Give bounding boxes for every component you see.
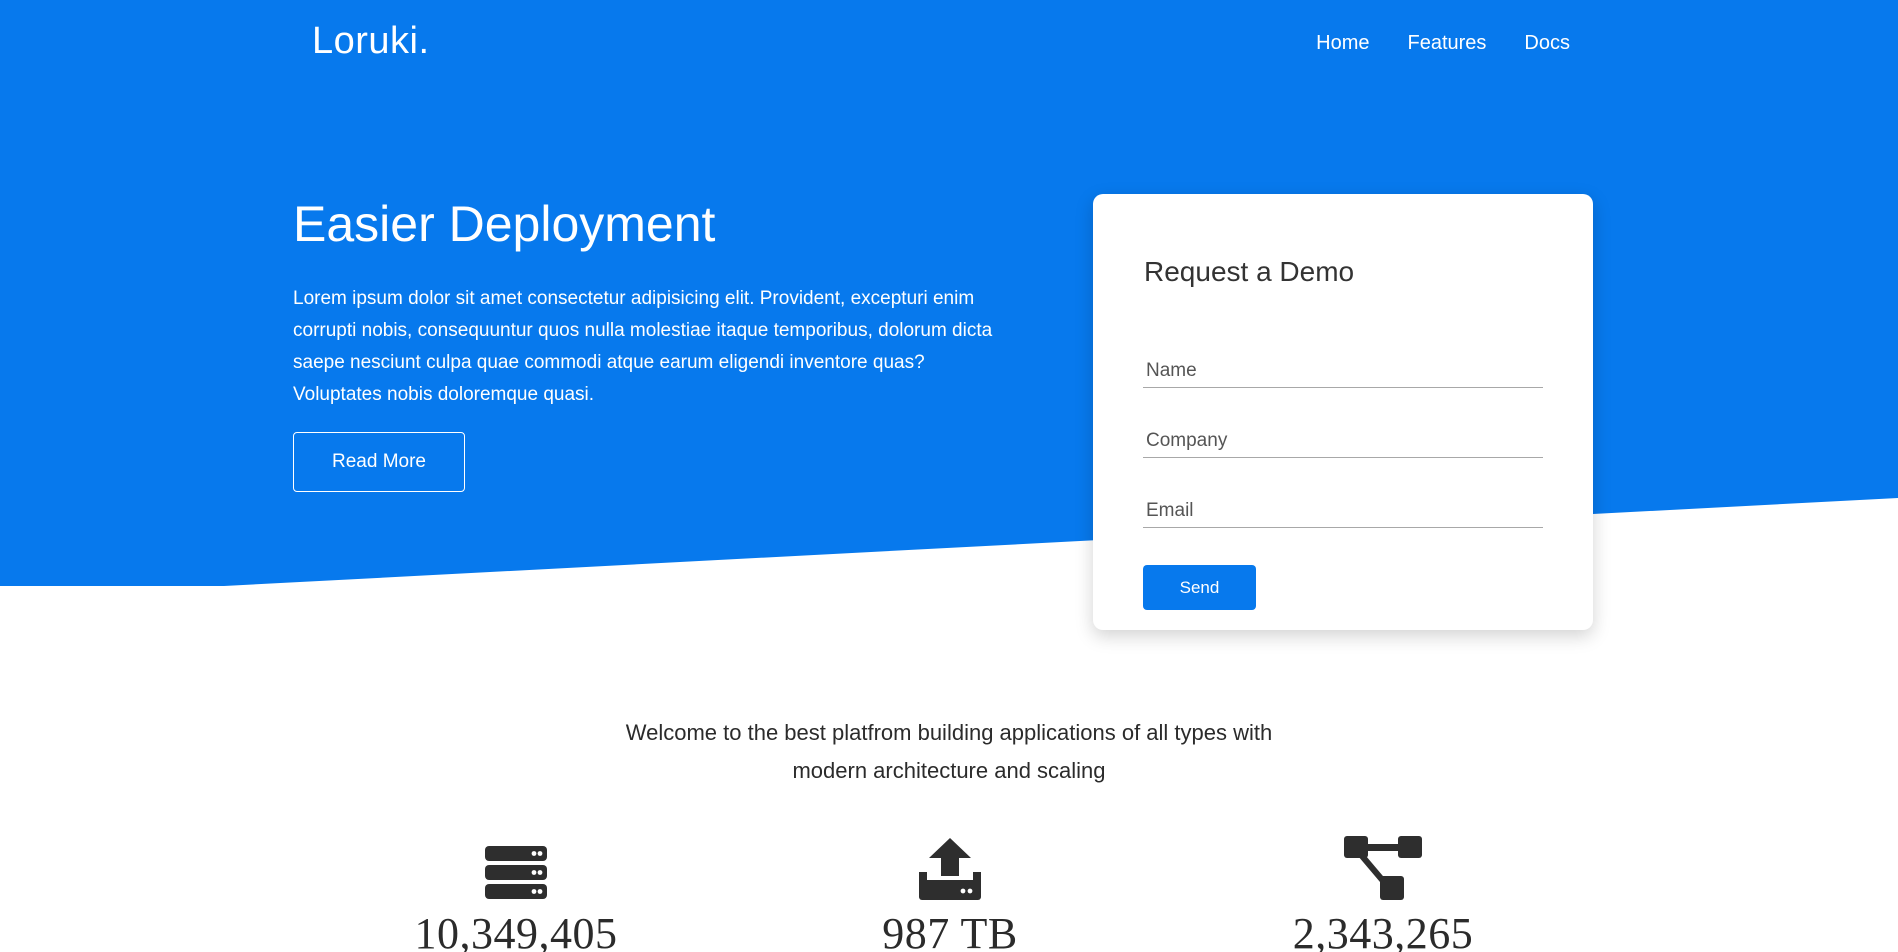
nav-item-features[interactable]: Features [1407,32,1486,55]
request-demo-card: Request a Demo Send [1093,194,1593,630]
name-input[interactable] [1143,354,1543,388]
send-button[interactable]: Send [1143,565,1256,610]
email-input[interactable] [1143,494,1543,528]
stat-connections: 2,343,265 [1233,834,1533,952]
main-nav: Home Features Docs [1316,32,1570,55]
hero-description: Lorem ipsum dolor sit amet consectetur a… [293,288,993,405]
network-icon [1233,834,1533,900]
brand-logo[interactable]: Loruki. [312,20,430,63]
read-more-button[interactable]: Read More [293,432,465,492]
company-input[interactable] [1143,424,1543,458]
stat-value-storage: 987 TB [882,909,1018,952]
upload-icon [800,834,1100,900]
nav-item-docs[interactable]: Docs [1524,32,1570,55]
stat-servers: 10,349,405 [366,834,666,952]
hero-title: Easier Deployment [293,196,716,252]
card-title: Request a Demo [1144,256,1355,287]
nav-item-home[interactable]: Home [1316,32,1369,55]
server-icon [366,834,666,900]
welcome-text: Welcome to the best platfrom building ap… [625,720,1273,783]
stat-storage: 987 TB [800,834,1100,952]
stat-value-servers: 10,349,405 [414,909,618,952]
stat-value-connections: 2,343,265 [1292,909,1474,952]
